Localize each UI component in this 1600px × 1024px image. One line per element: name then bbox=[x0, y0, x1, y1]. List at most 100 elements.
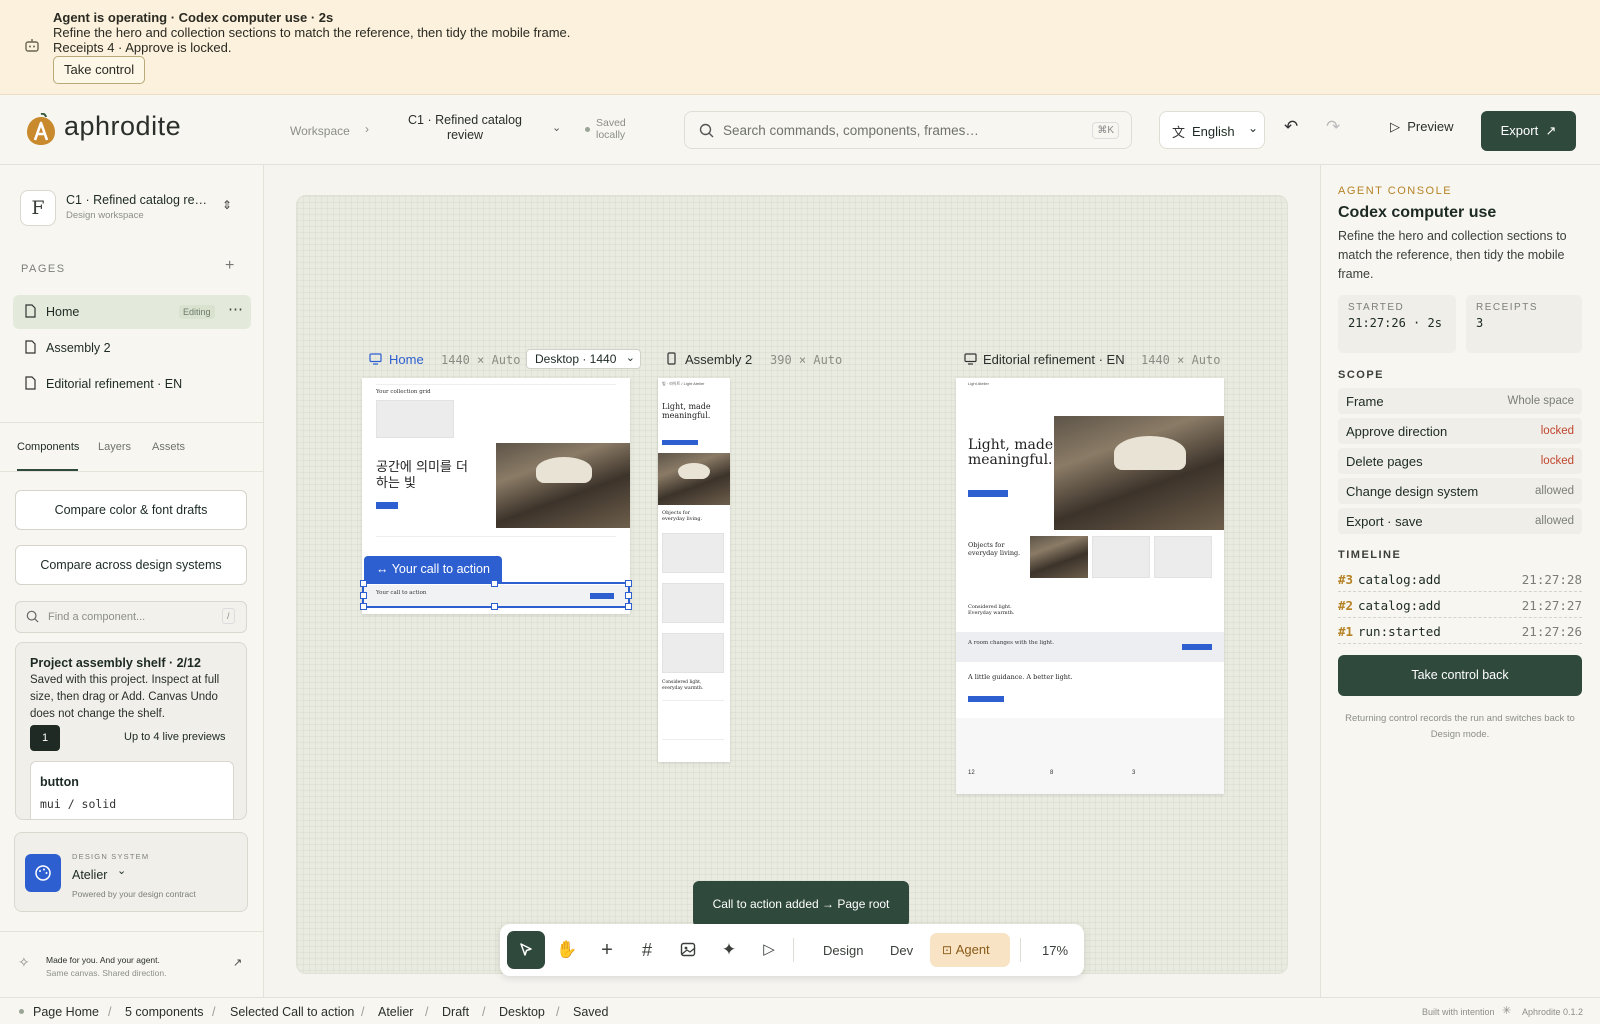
export-button[interactable]: Export ↗ bbox=[1481, 111, 1576, 151]
receipts-card: RECEIPTS 3 bbox=[1466, 295, 1582, 353]
agent-note: Returning control records the run and sw… bbox=[1345, 713, 1575, 740]
aphrodite-logo-icon bbox=[26, 112, 56, 146]
command-search[interactable]: Search commands, components, frames… ⌘K bbox=[684, 111, 1132, 149]
status-dot-icon bbox=[19, 1009, 24, 1014]
arrow-up-right-icon[interactable]: ↗ bbox=[233, 956, 242, 969]
resize-handle[interactable] bbox=[625, 603, 632, 610]
tab-layers[interactable]: Layers bbox=[98, 441, 131, 453]
zoom-level[interactable]: 17% bbox=[1042, 943, 1068, 958]
timeline-label: TIMELINE bbox=[1338, 549, 1402, 561]
palette-icon bbox=[25, 854, 61, 892]
timeline-event: catalog:add bbox=[1358, 598, 1441, 613]
ai-sparkle-icon[interactable]: ✦ bbox=[713, 934, 745, 966]
status-bar: Page Home / 5 components / Selected Call… bbox=[0, 997, 1600, 1024]
timeline-row: #3 catalog:add 21:27:28 bbox=[1338, 568, 1582, 592]
home-heading-ko: 공간에 의미를 더하는 빛 bbox=[376, 460, 468, 491]
home-nav-text bbox=[376, 384, 616, 385]
page-label: Editorial refinement · EN bbox=[46, 377, 183, 391]
find-component-input[interactable]: Find a component... bbox=[48, 611, 145, 623]
frame-assembly[interactable]: 빛 · 라이트 / Light Atelier Light, made mean… bbox=[658, 378, 730, 762]
mode-design[interactable]: Design bbox=[823, 943, 863, 958]
scope-row-delete: Delete pages locked bbox=[1338, 448, 1582, 474]
resize-handle[interactable] bbox=[625, 592, 632, 599]
add-tool-icon[interactable]: + bbox=[591, 934, 623, 966]
undo-icon[interactable]: ↶ bbox=[1284, 117, 1298, 137]
project-switch-icon[interactable]: ⇕ bbox=[222, 198, 232, 212]
frame-editorial[interactable]: Light Atelier Light, made meaningful. Ob… bbox=[956, 378, 1224, 794]
started-value: 21:27:26 · 2s bbox=[1348, 316, 1442, 330]
select-tool-icon[interactable] bbox=[507, 931, 545, 969]
scope-row-export: Export · save allowed bbox=[1338, 508, 1582, 534]
home-info-row bbox=[376, 536, 616, 556]
play-icon: ▷ bbox=[1390, 119, 1400, 134]
play-icon[interactable]: ▷ bbox=[753, 934, 785, 966]
frame-label-home[interactable]: Home bbox=[389, 352, 424, 367]
preview-label: Preview bbox=[1407, 119, 1454, 134]
frame-label-assembly[interactable]: Assembly 2 bbox=[685, 352, 752, 367]
frame-size-editorial: 1440 × Auto bbox=[1141, 353, 1221, 367]
timeline-id: #3 bbox=[1338, 572, 1354, 587]
page-item-assembly[interactable]: Assembly 2 bbox=[13, 331, 251, 365]
file-title[interactable]: C1 · Refined catalog review bbox=[400, 113, 530, 143]
ed-stat: 8 bbox=[1050, 770, 1054, 776]
frame-size-assembly: 390 × Auto bbox=[770, 353, 843, 367]
image-tool-icon[interactable] bbox=[672, 934, 704, 966]
find-shortcut: / bbox=[222, 608, 235, 624]
toolbar-divider bbox=[793, 938, 794, 962]
chevron-down-icon: ⌄ bbox=[625, 352, 635, 364]
take-control-back-button[interactable]: Take control back bbox=[1338, 655, 1582, 696]
resize-handle[interactable] bbox=[491, 580, 498, 587]
mode-agent-label: Agent bbox=[955, 942, 990, 957]
frame-tool-icon[interactable]: # bbox=[631, 934, 663, 966]
scope-key: Approve direction bbox=[1346, 424, 1448, 439]
frame-label-editorial[interactable]: Editorial refinement · EN bbox=[983, 352, 1125, 367]
page-item-editorial[interactable]: Editorial refinement · EN bbox=[13, 367, 251, 401]
preview-button[interactable]: ▷ Preview bbox=[1390, 119, 1453, 135]
divider bbox=[0, 471, 264, 472]
breadcrumb-workspace[interactable]: Workspace bbox=[290, 124, 350, 138]
page-icon bbox=[25, 340, 36, 357]
page-label: Home bbox=[46, 305, 80, 319]
redo-icon[interactable]: ↷ bbox=[1326, 117, 1340, 137]
compare-design-systems-button[interactable]: Compare across design systems bbox=[15, 545, 247, 585]
footer-line2: Same canvas. Shared direction. bbox=[46, 968, 167, 978]
shelf-card-button[interactable]: button mui / solid bbox=[30, 761, 234, 819]
image-placeholder bbox=[662, 533, 724, 573]
file-menu-chevron-down-icon[interactable]: ⌄ bbox=[552, 121, 561, 134]
mode-dev[interactable]: Dev bbox=[890, 943, 913, 958]
agent-console-panel: AGENT CONSOLE Codex computer use Refine … bbox=[1320, 165, 1600, 997]
find-component[interactable]: Find a component... / bbox=[15, 601, 247, 633]
resize-handle[interactable] bbox=[360, 603, 367, 610]
resize-handle[interactable] bbox=[360, 592, 367, 599]
tab-assets[interactable]: Assets bbox=[152, 441, 185, 453]
mobile-icon bbox=[667, 352, 676, 368]
chevron-down-icon: ⌄ bbox=[1248, 121, 1259, 135]
tab-components[interactable]: Components bbox=[17, 441, 79, 453]
scope-value: allowed bbox=[1535, 515, 1574, 527]
project-name[interactable]: C1 · Refined catalog re… bbox=[66, 193, 207, 207]
resize-handle[interactable] bbox=[491, 603, 498, 610]
device-select[interactable]: Desktop · 1440 ⌄ bbox=[526, 349, 641, 369]
ed-stat: 3 bbox=[1132, 770, 1136, 776]
resize-handle[interactable] bbox=[360, 580, 367, 587]
take-control-button[interactable]: Take control bbox=[53, 56, 146, 84]
page-more-icon[interactable]: ⋯ bbox=[228, 300, 243, 318]
hand-tool-icon[interactable]: ✋ bbox=[551, 934, 583, 966]
add-page-icon[interactable]: + bbox=[225, 257, 234, 275]
page-item-home[interactable]: Home Editing ⋯ bbox=[13, 295, 251, 329]
cta-chip[interactable]: ↔ Your call to action bbox=[364, 556, 502, 582]
search-input[interactable]: Search commands, components, frames… bbox=[723, 123, 979, 138]
resize-handle[interactable] bbox=[625, 580, 632, 587]
canvas-toolbar: ✋ + # ✦ ▷ Design Dev ⊡ Agent 17% bbox=[500, 924, 1084, 976]
design-system-card[interactable]: DESIGN SYSTEM Atelier ⌄ Powered by your … bbox=[14, 832, 248, 912]
shelf-count[interactable]: 1 bbox=[30, 725, 60, 751]
language-select[interactable]: 文 English ⌄ bbox=[1159, 111, 1265, 149]
timeline-event: run:started bbox=[1358, 624, 1441, 639]
compare-color-font-button[interactable]: Compare color & font drafts bbox=[15, 490, 247, 530]
design-canvas[interactable]: Home 1440 × Auto Desktop · 1440 ⌄ Your c… bbox=[296, 195, 1288, 974]
selection-outline[interactable] bbox=[360, 580, 632, 610]
scope-value: allowed bbox=[1535, 485, 1574, 497]
agent-banner: Agent is operating · Codex computer use … bbox=[0, 0, 1600, 95]
image-placeholder bbox=[662, 583, 724, 623]
mode-agent[interactable]: ⊡ Agent bbox=[930, 933, 1010, 967]
